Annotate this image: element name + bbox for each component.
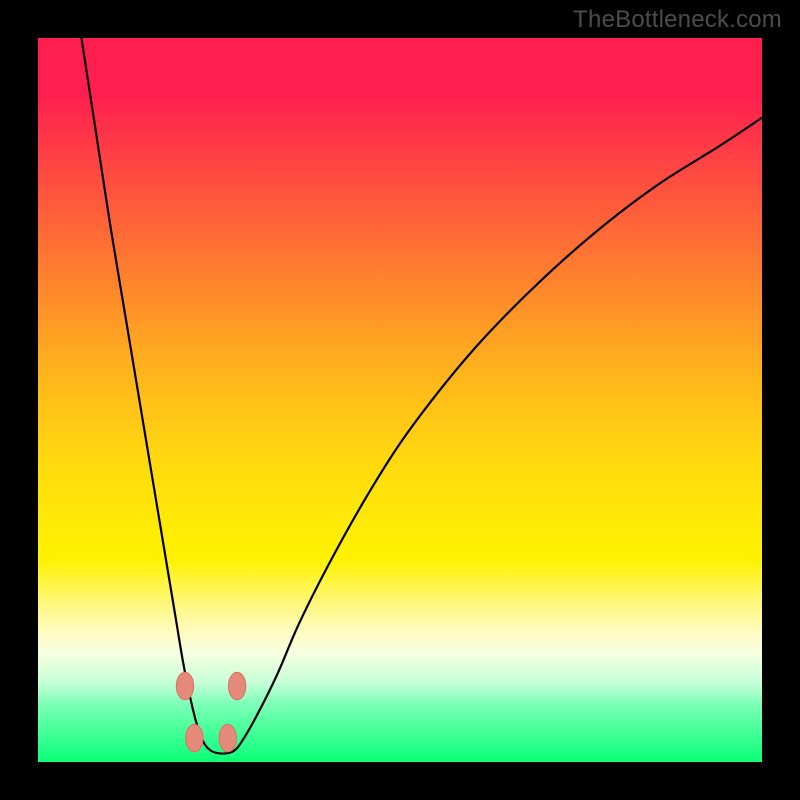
highlight-marker: [176, 672, 193, 700]
highlight-marker: [228, 672, 245, 700]
marker-group: [176, 672, 246, 752]
watermark-text: TheBottleneck.com: [573, 6, 782, 34]
highlight-marker: [219, 724, 236, 752]
chart-frame: TheBottleneck.com: [0, 0, 800, 800]
curve-layer: [38, 38, 762, 762]
plot-area: [38, 38, 762, 762]
bottleneck-curve: [81, 38, 762, 754]
highlight-marker: [186, 724, 203, 752]
